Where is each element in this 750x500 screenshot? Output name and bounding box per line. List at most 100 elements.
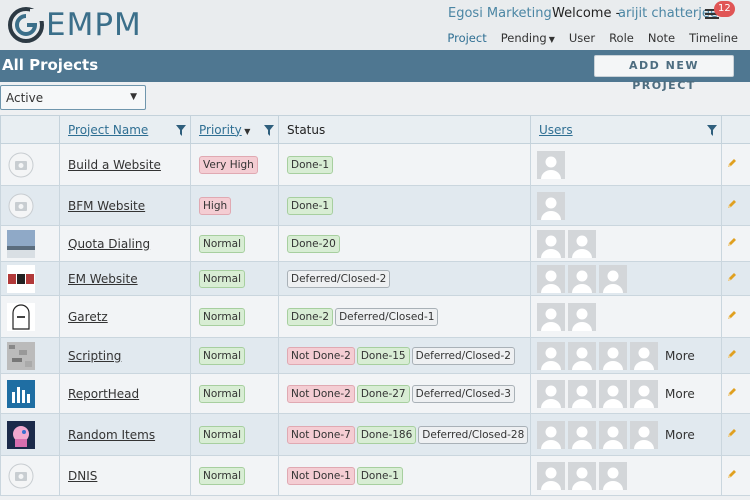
landscape-thumbnail[interactable] xyxy=(7,229,59,258)
project-name-link[interactable]: Garetz xyxy=(68,310,108,324)
user-avatar-icon[interactable] xyxy=(537,341,565,370)
nav-note[interactable]: Note xyxy=(648,31,675,45)
user-avatar-icon[interactable] xyxy=(599,420,627,449)
status-badge-notdone[interactable]: Not Done-7 xyxy=(287,425,355,444)
user-avatar-icon[interactable] xyxy=(568,420,596,449)
edit-pencil-icon[interactable] xyxy=(726,272,738,286)
status-badge-done[interactable]: Done-27 xyxy=(356,384,410,403)
project-name-link[interactable]: EM Website xyxy=(68,272,138,286)
nav-project[interactable]: Project xyxy=(447,31,486,45)
nav-timeline[interactable]: Timeline xyxy=(689,31,738,45)
status-cell: Done-1 xyxy=(278,143,531,186)
nav-user[interactable]: User xyxy=(569,31,595,45)
edit-pencil-icon[interactable] xyxy=(726,387,738,401)
user-avatar-list xyxy=(537,229,721,258)
cartoon-pony-thumbnail[interactable] xyxy=(7,420,59,449)
more-users-link[interactable]: More xyxy=(665,428,695,442)
project-name-link[interactable]: BFM Website xyxy=(68,199,145,213)
status-badge-done[interactable]: Done-1 xyxy=(356,466,403,485)
filter-funnel-icon[interactable] xyxy=(264,125,274,136)
camera-placeholder-icon[interactable] xyxy=(8,192,59,220)
edit-pencil-icon[interactable] xyxy=(726,158,738,172)
nav-pending[interactable]: Pending ▼ xyxy=(501,31,555,45)
user-avatar-icon[interactable] xyxy=(568,264,596,293)
project-name-link[interactable]: ReportHead xyxy=(68,387,139,401)
project-name-sort-link[interactable]: Project Name xyxy=(68,123,148,137)
status-badge-done[interactable]: Done-1 xyxy=(287,196,334,215)
nav-role[interactable]: Role xyxy=(609,31,634,45)
edit-pencil-icon[interactable] xyxy=(726,349,738,363)
user-avatar-icon[interactable] xyxy=(568,341,596,370)
edit-pencil-icon[interactable] xyxy=(726,428,738,442)
company-name[interactable]: Egosi Marketing xyxy=(448,6,552,21)
status-badge-deferred[interactable]: Deferred/Closed-2 xyxy=(287,269,391,288)
camera-placeholder-icon[interactable] xyxy=(8,151,59,179)
status-filter-select[interactable]: Active ▼ xyxy=(0,85,146,110)
edit-pencil-icon[interactable] xyxy=(726,199,738,213)
edit-pencil-icon[interactable] xyxy=(726,237,738,251)
user-avatar-icon[interactable] xyxy=(599,379,627,408)
status-badge-notdone[interactable]: Not Done-1 xyxy=(287,466,355,485)
tombstone-thumbnail[interactable] xyxy=(7,302,59,331)
caret-down-icon: ▼ xyxy=(548,35,555,44)
status-badge-done[interactable]: Done-20 xyxy=(287,234,340,253)
user-avatar-icon[interactable] xyxy=(537,420,565,449)
status-cell: Not Done-2 Done-27 Deferred/Closed-3 xyxy=(278,373,531,414)
actions-cell xyxy=(721,413,750,456)
user-avatar-icon[interactable] xyxy=(599,264,627,293)
status-badge-deferred[interactable]: Deferred/Closed-1 xyxy=(335,307,439,326)
edit-pencil-icon[interactable] xyxy=(726,310,738,324)
user-avatar-icon[interactable] xyxy=(568,461,596,490)
status-badge-deferred[interactable]: Deferred/Closed-3 xyxy=(411,384,515,403)
user-avatar-icon[interactable] xyxy=(537,302,565,331)
status-badge-done[interactable]: Done-1 xyxy=(287,155,334,174)
add-new-project-button[interactable]: ADD NEW PROJECT xyxy=(594,55,734,92)
user-avatar-icon[interactable] xyxy=(630,379,658,408)
project-name-link[interactable]: Build a Website xyxy=(68,158,161,172)
status-badge-done[interactable]: Done-15 xyxy=(356,346,410,365)
status-badge-done[interactable]: Done-2 xyxy=(287,307,334,326)
project-name-cell: Garetz xyxy=(59,295,191,338)
notification-badge[interactable]: 12 xyxy=(714,1,735,17)
project-name-cell: ReportHead xyxy=(59,373,191,414)
em-logo-thumbnail[interactable] xyxy=(7,264,59,293)
users-column-header[interactable]: Users xyxy=(530,115,722,144)
bar-chart-thumbnail[interactable] xyxy=(7,379,59,408)
filter-funnel-icon[interactable] xyxy=(707,125,717,136)
project-name-link[interactable]: Random Items xyxy=(68,428,155,442)
status-badge-deferred[interactable]: Deferred/Closed-2 xyxy=(411,346,515,365)
edit-pencil-icon[interactable] xyxy=(726,469,738,483)
camera-placeholder-icon[interactable] xyxy=(8,462,59,490)
project-name-column-header[interactable]: Project Name xyxy=(59,115,191,144)
more-users-link[interactable]: More xyxy=(665,387,695,401)
user-avatar-icon[interactable] xyxy=(537,150,565,179)
user-avatar-icon[interactable] xyxy=(630,420,658,449)
filter-funnel-icon[interactable] xyxy=(176,125,186,136)
user-avatar-icon[interactable] xyxy=(537,264,565,293)
project-name-link[interactable]: Scripting xyxy=(68,349,121,363)
priority-sort-link[interactable]: Priority xyxy=(199,123,242,137)
users-sort-link[interactable]: Users xyxy=(539,123,573,137)
username-link[interactable]: arijit chatterjee xyxy=(618,6,718,21)
user-avatar-icon[interactable] xyxy=(537,461,565,490)
user-avatar-icon[interactable] xyxy=(599,461,627,490)
project-name-link[interactable]: Quota Dialing xyxy=(68,237,150,251)
project-name-link[interactable]: DNIS xyxy=(68,469,97,483)
user-avatar-icon[interactable] xyxy=(568,229,596,258)
user-avatar-icon[interactable] xyxy=(568,302,596,331)
user-avatar-icon[interactable] xyxy=(537,191,565,220)
user-avatar-icon[interactable] xyxy=(537,379,565,408)
user-avatar-icon[interactable] xyxy=(537,229,565,258)
app-frame: EMPM Egosi Marketing Welcome - arijit ch… xyxy=(0,0,750,500)
status-badge-deferred[interactable]: Deferred/Closed-28 xyxy=(418,425,529,444)
user-avatar-icon[interactable] xyxy=(568,379,596,408)
user-avatar-icon[interactable] xyxy=(630,341,658,370)
more-users-link[interactable]: More xyxy=(665,349,695,363)
empm-logo[interactable]: EMPM xyxy=(8,6,142,44)
status-badge-notdone[interactable]: Not Done-2 xyxy=(287,384,355,403)
user-avatar-icon[interactable] xyxy=(599,341,627,370)
status-badge-notdone[interactable]: Not Done-2 xyxy=(287,346,355,365)
noise-thumbnail[interactable] xyxy=(7,341,59,370)
priority-column-header[interactable]: Priority ▼ xyxy=(190,115,279,144)
status-badge-done[interactable]: Done-186 xyxy=(356,425,417,444)
